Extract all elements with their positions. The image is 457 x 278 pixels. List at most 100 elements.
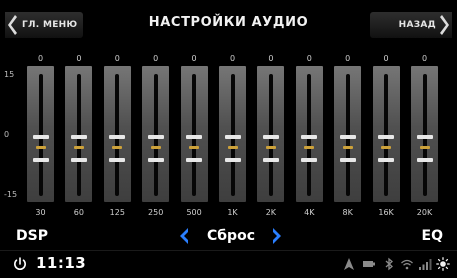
knob-center-mark [342, 146, 353, 149]
slider-knob[interactable] [339, 135, 356, 162]
mode-bar: DSP Сброс EQ [0, 222, 457, 248]
knob-bar [301, 135, 318, 139]
slider-knob[interactable] [147, 135, 164, 162]
band-frequency-label: 20K [416, 208, 433, 217]
knob-center-mark [227, 146, 238, 149]
knob-center-mark [112, 146, 123, 149]
knob-bar [186, 135, 203, 139]
eq-band-slider[interactable] [103, 66, 131, 202]
band-frequency-label: 500 [186, 208, 202, 217]
power-icon[interactable] [12, 256, 28, 272]
knob-center-mark [304, 146, 315, 149]
audio-settings-screen: ГЛ. МЕНЮ НАСТРОЙКИ АУДИО НАЗАД 15 0 -15 … [0, 0, 457, 278]
band-gain-value: 0 [345, 54, 351, 63]
knob-bar [147, 135, 164, 139]
preset-next-button[interactable] [272, 227, 284, 245]
knob-bar [109, 158, 126, 162]
back-button[interactable]: НАЗАД [370, 12, 452, 38]
knob-bar [262, 158, 279, 162]
brightness-icon[interactable] [436, 257, 450, 271]
slider-knob[interactable] [32, 135, 49, 162]
knob-bar [70, 158, 87, 162]
band-frequency-label: 2K [265, 208, 277, 217]
band-frequency-label: 8K [342, 208, 353, 217]
knob-bar [224, 158, 241, 162]
eq-band-slider[interactable] [65, 66, 93, 202]
knob-bar [416, 135, 433, 139]
equalizer-panel: 15 0 -15 0 30 0 60 0 125 0 250 0 500 0 1K 0 2K 0 4K 0 8K 0… [0, 48, 457, 220]
knob-bar [32, 135, 49, 139]
eq-band-slider[interactable] [219, 66, 246, 202]
knob-bar [301, 158, 318, 162]
knob-bar [339, 135, 356, 139]
slider-knob[interactable] [262, 135, 279, 162]
knob-bar [147, 158, 164, 162]
eq-band-slider[interactable] [411, 66, 438, 202]
knob-bar [339, 158, 356, 162]
knob-center-mark [150, 146, 161, 149]
eq-button[interactable]: EQ [422, 228, 443, 244]
eq-band-slider[interactable] [180, 66, 208, 202]
status-bar: 11:13 [0, 250, 457, 278]
navigation-icon [344, 258, 354, 270]
band-gain-value: 0 [383, 54, 389, 63]
reset-preset-button[interactable]: Сброс [196, 228, 266, 244]
slider-knob[interactable] [416, 135, 433, 162]
band-gain-value: 0 [114, 54, 120, 63]
band-gain-value: 0 [268, 54, 274, 63]
band-gain-value: 0 [421, 54, 428, 63]
eq-band-slider[interactable] [372, 66, 400, 202]
scale-min-label: -15 [4, 190, 18, 199]
preset-prev-button[interactable] [177, 227, 189, 245]
clock: 11:13 [36, 254, 87, 272]
bluetooth-icon [385, 257, 393, 271]
eq-band-slider[interactable] [27, 66, 54, 202]
band-frequency-label: 250 [148, 208, 164, 217]
slider-knob[interactable] [224, 135, 241, 162]
knob-center-mark [265, 146, 276, 149]
band-frequency-label: 16K [378, 208, 394, 217]
knob-bar [378, 135, 395, 139]
knob-bar [224, 135, 241, 139]
wifi-icon [401, 259, 413, 270]
dsp-button[interactable]: DSP [16, 228, 48, 244]
signal-icon [419, 259, 432, 270]
slider-knob[interactable] [109, 135, 126, 162]
band-gain-value: 0 [153, 54, 159, 63]
eq-band-slider[interactable] [295, 66, 323, 202]
knob-bar [70, 135, 87, 139]
battery-icon [363, 261, 375, 267]
knob-bar [262, 135, 279, 139]
chevron-right-icon [440, 15, 449, 35]
slider-knob[interactable] [301, 135, 318, 162]
knob-bar [32, 158, 49, 162]
slider-knob[interactable] [70, 135, 87, 162]
knob-bar [109, 135, 126, 139]
scale-zero-label: 0 [4, 130, 10, 139]
scale-max-label: 15 [4, 70, 15, 79]
eq-band-slider[interactable] [142, 66, 170, 202]
eq-band-slider[interactable] [334, 66, 362, 202]
band-gain-value: 0 [306, 54, 312, 63]
slider-knob[interactable] [186, 135, 203, 162]
knob-center-mark [73, 146, 84, 149]
slider-knob[interactable] [378, 135, 395, 162]
band-frequency-label: 4K [304, 208, 315, 217]
band-gain-value: 0 [76, 54, 82, 63]
knob-bar [378, 158, 395, 162]
knob-center-mark [35, 146, 46, 149]
band-frequency-label: 1K [227, 208, 238, 217]
header: ГЛ. МЕНЮ НАСТРОЙКИ АУДИО НАЗАД [0, 0, 457, 48]
band-gain-value: 0 [229, 54, 236, 63]
knob-center-mark [381, 146, 392, 149]
band-gain-value: 0 [191, 54, 197, 63]
eq-band-slider[interactable] [257, 66, 285, 202]
back-label: НАЗАД [398, 20, 436, 30]
knob-center-mark [189, 146, 200, 149]
band-gain-value: 0 [37, 54, 44, 63]
band-frequency-label: 30 [35, 208, 46, 217]
band-frequency-label: 125 [109, 208, 125, 217]
knob-bar [416, 158, 433, 162]
knob-bar [186, 158, 203, 162]
band-frequency-label: 60 [73, 208, 84, 217]
